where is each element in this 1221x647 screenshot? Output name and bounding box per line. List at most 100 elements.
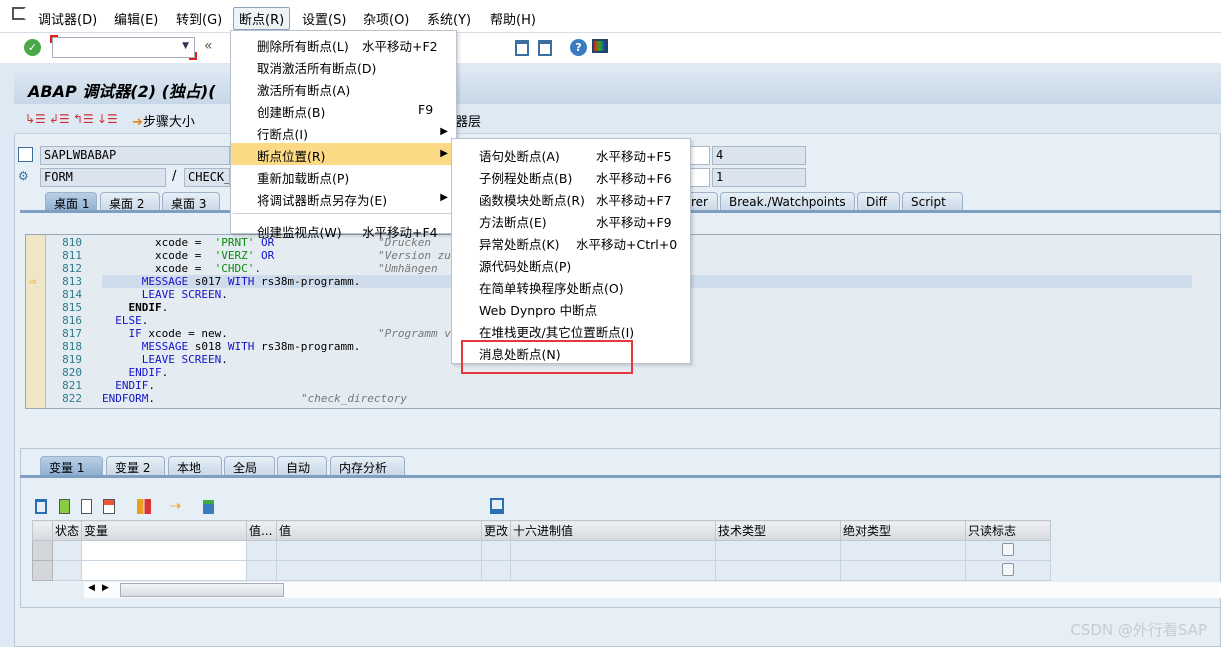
menu-item[interactable]: 创建监视点(W) 水平移动+F4 xyxy=(231,219,456,241)
scroll-left-icon[interactable]: ◀ xyxy=(88,583,95,593)
code-line[interactable]: ENDFORM. xyxy=(102,392,155,405)
column-header[interactable]: 十六进制值 xyxy=(510,520,717,541)
compare-icon[interactable] xyxy=(137,499,151,514)
collapse-icon[interactable]: « xyxy=(204,38,213,54)
menu-3[interactable]: 断点(R) xyxy=(233,7,291,30)
menu-item[interactable]: 行断点(I) ▶ xyxy=(231,121,456,143)
menu-item[interactable]: 断点位置(R) ▶ xyxy=(231,143,456,165)
row-selector[interactable] xyxy=(32,540,53,561)
code-line[interactable]: ENDIF. xyxy=(102,379,155,392)
remove-row-icon[interactable] xyxy=(103,499,115,514)
save-icon[interactable] xyxy=(490,498,504,514)
scroll-thumb[interactable] xyxy=(120,583,284,597)
code-token: 'CHDC' xyxy=(214,262,255,275)
line-number: 817 xyxy=(62,327,82,340)
help-icon[interactable]: ? xyxy=(570,39,587,56)
layer-label: 器层 xyxy=(455,115,482,130)
code-line[interactable]: ENDIF. xyxy=(102,301,169,314)
table-cell xyxy=(510,560,717,581)
tab-global[interactable]: 全局 xyxy=(224,456,275,475)
code-line[interactable]: ELSE. xyxy=(102,314,148,327)
tab-desktop-1[interactable]: 桌面 1 xyxy=(45,192,97,211)
menu-1[interactable]: 编辑(E) xyxy=(114,9,158,28)
step-size-button[interactable]: ➜步骤大小 xyxy=(132,111,195,130)
menu-item[interactable]: 创建断点(B) F9 xyxy=(231,99,456,121)
code-token: xcode = xyxy=(102,249,215,262)
return-icon[interactable]: ↰☰ xyxy=(73,112,94,126)
menu-item[interactable]: 重新加载断点(P) xyxy=(231,165,456,187)
tab-desktop-2[interactable]: 桌面 2 xyxy=(100,192,160,211)
scroll-right-icon[interactable]: ▶ xyxy=(102,583,109,593)
menu-item[interactable]: 激活所有断点(A) xyxy=(231,77,456,99)
append-row-icon[interactable] xyxy=(81,499,92,514)
code-line[interactable]: LEAVE SCREEN. xyxy=(102,288,228,301)
menu-item[interactable]: Web Dynpro 中断点 xyxy=(452,297,690,319)
row-selector[interactable] xyxy=(32,560,53,581)
column-header[interactable]: 技术类型 xyxy=(715,520,842,541)
tab-local[interactable]: 本地 xyxy=(168,456,222,475)
horizontal-scrollbar[interactable]: ◀ ▶ xyxy=(84,582,1221,598)
code-line[interactable]: IF xcode = new. xyxy=(102,327,228,340)
tab-diff[interactable]: Diff xyxy=(857,192,900,211)
column-header[interactable]: 值 xyxy=(276,520,483,541)
breakpoint-gutter[interactable] xyxy=(26,235,46,408)
table-cell[interactable] xyxy=(81,540,248,561)
menu-7[interactable]: 帮助(H) xyxy=(490,9,536,28)
single-step-icon[interactable]: ↳☰ xyxy=(25,112,46,126)
continue-icon[interactable]: ↓☰ xyxy=(97,112,118,126)
shortcut-icon[interactable] xyxy=(538,40,552,56)
menu-item[interactable]: 源代码处断点(P) xyxy=(452,253,690,275)
menu-5[interactable]: 杂项(O) xyxy=(363,9,409,28)
code-line[interactable]: LEAVE SCREEN. xyxy=(102,353,228,366)
chevron-down-icon[interactable]: ▼ xyxy=(182,41,189,51)
menu-item[interactable]: 子例程处断点(B) 水平移动+F6 xyxy=(452,165,690,187)
window-menu-icon[interactable] xyxy=(12,7,26,20)
code-token: . xyxy=(161,366,169,379)
table-cell[interactable] xyxy=(81,560,248,581)
menu-4[interactable]: 设置(S) xyxy=(302,9,346,28)
menu-0[interactable]: 调试器(D) xyxy=(38,9,97,28)
menu-bar: 调试器(D) 编辑(E) 转到(G) 断点(R) 设置(S) 杂项(O) 系统(Y) 帮助(H… xyxy=(0,0,1221,33)
column-header[interactable]: 状态 xyxy=(51,520,83,541)
code-line[interactable]: ENDIF. xyxy=(102,366,169,379)
tab-desktop-3[interactable]: 桌面 3 xyxy=(162,192,220,211)
tab-script[interactable]: Script xyxy=(902,192,963,211)
transfer-icon[interactable]: ⇢ xyxy=(170,499,181,514)
menu-item[interactable]: 方法断点(E) 水平移动+F9 xyxy=(452,209,690,231)
menu-item[interactable]: 在简单转换程序处断点(O) xyxy=(452,275,690,297)
column-header[interactable]: 变量 xyxy=(81,520,248,541)
menu-item[interactable]: 函数模块处断点(R) 水平移动+F7 xyxy=(452,187,690,209)
column-header[interactable]: 更改 xyxy=(481,520,512,541)
execute-icon[interactable]: ↲☰ xyxy=(49,112,70,126)
filter-icon[interactable] xyxy=(203,500,214,514)
code-line[interactable]: xcode = 'CHDC'. xyxy=(102,262,261,275)
layout-icon[interactable] xyxy=(592,39,608,53)
column-header[interactable]: 值... xyxy=(246,520,278,541)
command-field[interactable]: ▼ xyxy=(50,35,197,60)
menu-item[interactable]: 将调试器断点另存为(E) ▶ xyxy=(231,187,456,209)
menu-item[interactable]: 删除所有断点(L) 水平移动+F2 xyxy=(231,33,456,55)
menu-6[interactable]: 系统(Y) xyxy=(427,9,471,28)
tab-auto[interactable]: 自动 xyxy=(277,456,327,475)
column-header[interactable]: 只读标志 xyxy=(965,520,1052,541)
enter-check-icon[interactable]: ✓ xyxy=(24,39,41,56)
code-token: . xyxy=(148,379,155,392)
tab-memory-analysis[interactable]: 内存分析 xyxy=(330,456,405,475)
code-line[interactable]: MESSAGE s017 WITH rs38m-programm. xyxy=(102,275,361,288)
code-line[interactable]: xcode = 'VERZ' OR xyxy=(102,249,274,262)
readonly-checkbox[interactable] xyxy=(1002,542,1015,556)
menu-item[interactable]: 语句处断点(A) 水平移动+F5 xyxy=(452,143,690,165)
delete-icon[interactable] xyxy=(35,499,47,514)
insert-row-icon[interactable] xyxy=(59,499,70,514)
new-session-icon[interactable] xyxy=(515,40,529,56)
tab-variables-1[interactable]: 变量 1 xyxy=(40,456,103,475)
code-line[interactable]: MESSAGE s018 WITH rs38m-programm. xyxy=(102,340,361,353)
readonly-checkbox[interactable] xyxy=(1002,562,1015,576)
tab-break-watchpoints[interactable]: Break./Watchpoints xyxy=(720,192,855,211)
tab-variables-2[interactable]: 变量 2 xyxy=(106,456,165,475)
menu-item[interactable]: 取消激活所有断点(D) xyxy=(231,55,456,77)
column-header[interactable]: 绝对类型 xyxy=(840,520,967,541)
menu-item[interactable]: 异常处断点(K) 水平移动+Ctrl+0 xyxy=(452,231,690,253)
menu-item[interactable]: 在堆栈更改/其它位置断点(I) xyxy=(452,319,690,341)
menu-2[interactable]: 转到(G) xyxy=(176,9,222,28)
